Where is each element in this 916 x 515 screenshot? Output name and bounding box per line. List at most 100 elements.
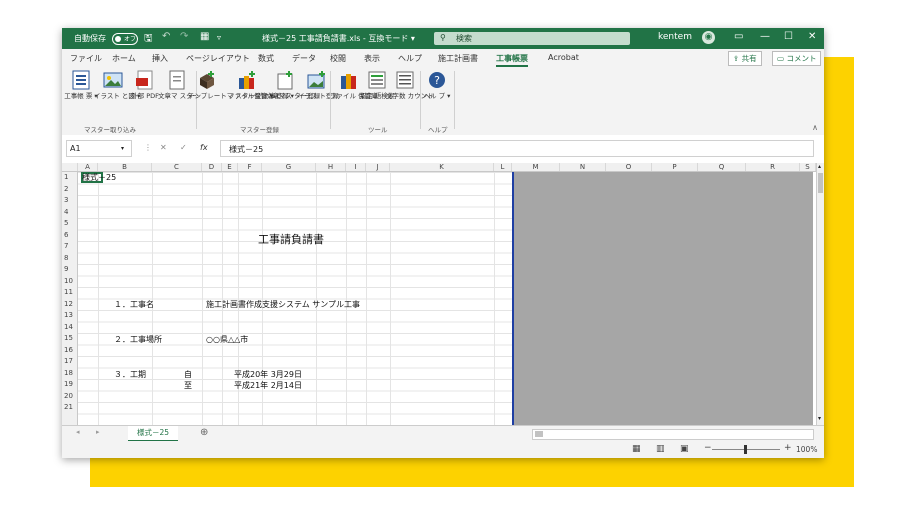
search-box[interactable]: ⚲ 検索 — [434, 32, 630, 45]
column-header[interactable]: H — [316, 163, 346, 171]
add-sheet-icon[interactable]: ⊕ — [200, 427, 208, 438]
column-header[interactable]: F — [238, 163, 262, 171]
cancel-icon[interactable]: ✕ — [160, 143, 167, 152]
redo-icon[interactable]: ↷ — [180, 31, 188, 42]
column-header[interactable]: E — [222, 163, 238, 171]
row-header[interactable]: 10 — [64, 276, 77, 288]
column-header[interactable]: L — [494, 163, 512, 171]
autosave-toggle[interactable]: オフ — [112, 33, 138, 45]
to-date[interactable]: 平成21年 2月14日 — [234, 380, 302, 391]
column-header[interactable]: M — [512, 163, 560, 171]
comment-button[interactable]: ▭ コメント — [772, 51, 822, 66]
row-header[interactable]: 3 — [64, 195, 77, 207]
undo-icon[interactable]: ↶ — [162, 31, 170, 42]
scroll-thumb[interactable] — [818, 173, 823, 193]
cell-a1[interactable]: 様式－25 — [82, 172, 116, 183]
row-header[interactable]: 5 — [64, 218, 77, 230]
row-header[interactable]: 11 — [64, 287, 77, 299]
item1-label[interactable]: １．工事名 — [114, 299, 154, 310]
tab-view[interactable]: 表示 — [364, 53, 380, 64]
zoom-out-icon[interactable]: − — [704, 443, 712, 453]
column-header[interactable]: N — [560, 163, 606, 171]
horizontal-scrollbar[interactable] — [532, 429, 814, 440]
row-header[interactable]: 18 — [64, 368, 77, 380]
tab-construction-plan[interactable]: 施工計画書 — [438, 53, 478, 64]
close-icon[interactable]: ✕ — [808, 31, 816, 42]
from-label[interactable]: 自 — [184, 369, 192, 380]
row-header[interactable]: 4 — [64, 207, 77, 219]
to-label[interactable]: 至 — [184, 380, 192, 391]
ribbon-template-register-button[interactable]: テンプレートマ スター登録 ▾ — [188, 70, 273, 100]
customize-qat-icon[interactable]: ▿ — [217, 33, 221, 42]
column-header[interactable]: G — [262, 163, 316, 171]
select-all-corner[interactable] — [62, 163, 78, 171]
item2-value[interactable]: ○○県△△市 — [206, 334, 248, 345]
ribbon-file-storage-register-button[interactable]: ファイル保管 庫登録 ▾ — [228, 70, 294, 100]
sheet-tab[interactable]: 様式－25 — [128, 426, 178, 442]
column-header[interactable]: B — [98, 163, 152, 171]
enter-icon[interactable]: ✓ — [180, 143, 187, 152]
tab-data[interactable]: データ — [292, 53, 316, 64]
column-header[interactable]: Q — [698, 163, 746, 171]
next-sheet-icon[interactable]: ▸ — [96, 428, 100, 436]
row-header[interactable]: 2 — [64, 184, 77, 196]
tab-formulas[interactable]: 数式 — [258, 53, 274, 64]
column-header[interactable]: D — [202, 163, 222, 171]
row-header[interactable]: 6 — [64, 230, 77, 242]
column-header[interactable]: A — [78, 163, 98, 171]
row-header[interactable]: 9 — [64, 264, 77, 276]
collapse-ribbon-icon[interactable]: ∧ — [812, 123, 818, 132]
item3-label[interactable]: ３．工期 — [114, 369, 146, 380]
row-header[interactable]: 20 — [64, 391, 77, 403]
column-header[interactable]: R — [746, 163, 800, 171]
tab-help[interactable]: ヘルプ — [398, 53, 422, 64]
tab-home[interactable]: ホーム — [112, 53, 136, 64]
prev-sheet-icon[interactable]: ◂ — [76, 428, 80, 436]
user-name[interactable]: kentem — [658, 32, 692, 42]
vertical-scrollbar[interactable]: ▴ ▾ — [816, 163, 824, 425]
column-header[interactable]: C — [152, 163, 202, 171]
row-header[interactable]: 15 — [64, 333, 77, 345]
item1-value[interactable]: 施工計画書作成支援システム サンプル工事 — [206, 299, 360, 310]
row-header[interactable]: 12 — [64, 299, 77, 311]
document-title-cell[interactable]: 工事請負請書 — [258, 231, 324, 247]
tab-page-layout[interactable]: ページレイアウト — [186, 53, 250, 64]
zoom-in-icon[interactable]: + — [784, 443, 792, 453]
tab-acrobat[interactable]: Acrobat — [548, 53, 579, 62]
scroll-down-icon[interactable]: ▾ — [818, 415, 821, 422]
ribbon-help-button[interactable]: ? ヘル プ ▾ — [418, 70, 456, 100]
column-header[interactable]: I — [346, 163, 366, 171]
hscroll-thumb[interactable] — [535, 431, 543, 437]
row-header[interactable]: 13 — [64, 310, 77, 322]
save-icon[interactable]: 🖫 — [144, 31, 153, 48]
avatar-icon[interactable]: ◉ — [702, 31, 715, 44]
row-header[interactable]: 8 — [64, 253, 77, 265]
zoom-level[interactable]: 100% — [796, 445, 817, 454]
column-header[interactable]: O — [606, 163, 652, 171]
tab-file[interactable]: ファイル — [70, 53, 102, 64]
column-header[interactable]: S — [800, 163, 816, 171]
column-header[interactable]: P — [652, 163, 698, 171]
zoom-slider-knob[interactable] — [744, 445, 747, 454]
tab-work-forms[interactable]: 工事帳票 — [496, 53, 528, 67]
share-button[interactable]: ⇪ 共有 — [728, 51, 762, 66]
name-box[interactable]: A1 ▾ — [66, 140, 132, 157]
row-header[interactable]: 17 — [64, 356, 77, 368]
quick-access-grid-icon[interactable]: ▦ — [200, 31, 209, 42]
tab-review[interactable]: 校閲 — [330, 53, 346, 64]
page-layout-view-icon[interactable]: ▥ — [656, 444, 665, 454]
tab-insert[interactable]: 挿入 — [152, 53, 168, 64]
row-header[interactable]: 19 — [64, 379, 77, 391]
column-header[interactable]: J — [366, 163, 390, 171]
row-header[interactable]: 7 — [64, 241, 77, 253]
column-header[interactable]: K — [390, 163, 494, 171]
row-header[interactable]: 14 — [64, 322, 77, 334]
normal-view-icon[interactable]: ▦ — [632, 444, 641, 454]
row-header[interactable]: 1 — [64, 172, 77, 184]
chevron-down-icon[interactable]: ▾ — [121, 145, 124, 152]
page-break-view-icon[interactable]: ▣ — [680, 444, 689, 454]
minimize-icon[interactable]: — — [760, 31, 770, 42]
maximize-icon[interactable]: ☐ — [784, 31, 793, 42]
row-header[interactable]: 21 — [64, 402, 77, 414]
formula-input[interactable]: 様式－25 — [220, 140, 814, 157]
